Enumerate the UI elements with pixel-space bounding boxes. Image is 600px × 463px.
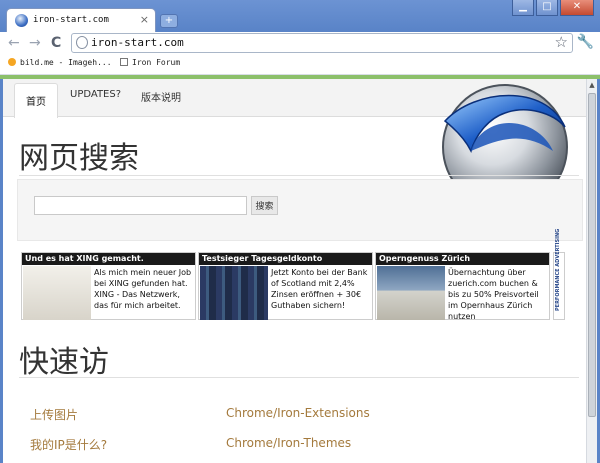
bookmark-iron-forum[interactable]: Iron Forum	[120, 58, 180, 67]
ad-bank[interactable]: Testsieger Tagesgeldkonto Jetzt Konto be…	[198, 252, 373, 320]
address-bar[interactable]: iron-start.com ☆	[71, 33, 573, 53]
url-text[interactable]: iron-start.com	[91, 36, 184, 49]
bookmark-label: Iron Forum	[132, 58, 181, 67]
search-button[interactable]: 搜索	[251, 196, 278, 215]
ad-image	[200, 266, 268, 320]
search-input[interactable]	[34, 196, 247, 215]
forward-icon[interactable]: →	[29, 35, 41, 51]
divider	[19, 175, 579, 176]
quick-link-themes[interactable]: Chrome/Iron-Themes	[226, 436, 351, 450]
close-icon[interactable]: ×	[140, 13, 149, 26]
tab-title: iron-start.com	[33, 15, 109, 25]
ad-title: Und es hat XING gemacht.	[22, 253, 195, 265]
ad-image	[23, 266, 91, 320]
toolbar: ← → C iron-start.com ☆ 🔧	[0, 32, 600, 54]
back-icon[interactable]: ←	[8, 35, 20, 51]
quick-access-heading: 快速访	[19, 345, 109, 380]
star-icon[interactable]: ☆	[555, 33, 568, 51]
tab-updates[interactable]: UPDATES?	[70, 89, 121, 100]
ad-title: Testsieger Tagesgeldkonto	[199, 253, 372, 265]
quick-link-my-ip[interactable]: 我的IP是什么?	[30, 436, 107, 453]
divider	[19, 377, 579, 378]
page-content: 首页 UPDATES? 版本说明 网页搜索 搜索 Und es hat XING…	[3, 79, 586, 463]
ad-strip: Und es hat XING gemacht. Als mich mein n…	[21, 229, 575, 322]
ad-text: Als mich mein neuer Job bei XING gefunde…	[94, 268, 192, 310]
maximize-button[interactable]: □	[536, 0, 558, 16]
scrollbar[interactable]: ▲	[586, 79, 597, 463]
close-window-button[interactable]: ✕	[560, 0, 594, 16]
ad-title: Operngenuss Zürich	[376, 253, 549, 265]
ad-image	[377, 266, 445, 320]
ad-text: Jetzt Konto bei der Bank of Scotland mit…	[271, 268, 368, 310]
wrench-icon[interactable]: 🔧	[577, 34, 594, 50]
ad-badge-label: PERFORMANCE ADVERTISING	[555, 228, 561, 311]
page-icon	[76, 36, 88, 49]
bookmark-label: bild.me - Imageh...	[20, 58, 112, 67]
scroll-up-icon[interactable]: ▲	[587, 79, 597, 91]
search-panel: 搜索	[17, 179, 583, 241]
ad-badge[interactable]: PERFORMANCE ADVERTISING	[553, 229, 565, 320]
new-tab-button[interactable]: +	[160, 14, 178, 28]
ad-text: Übernachtung über zuerich.com buchen & b…	[448, 268, 539, 321]
minimize-button[interactable]: ▁	[512, 0, 534, 16]
quick-link-upload-image[interactable]: 上传图片	[30, 406, 78, 423]
search-heading: 网页搜索	[19, 141, 139, 176]
ad-xing[interactable]: Und es hat XING gemacht. Als mich mein n…	[21, 252, 196, 320]
bookmarks-bar: bild.me - Imageh... Iron Forum	[0, 54, 600, 75]
ad-opera[interactable]: Operngenuss Zürich Übernachtung über zue…	[375, 252, 550, 321]
bookmark-bildme[interactable]: bild.me - Imageh...	[8, 58, 112, 67]
tab-home[interactable]: 首页	[14, 83, 58, 118]
browser-tab[interactable]: iron-start.com ×	[6, 8, 156, 32]
scrollbar-thumb[interactable]	[588, 93, 596, 417]
reload-icon[interactable]: C	[51, 35, 61, 51]
iron-favicon-icon	[15, 14, 28, 27]
bookmark-icon	[8, 58, 16, 66]
page-icon	[120, 58, 128, 66]
tab-release-notes[interactable]: 版本说明	[141, 89, 181, 104]
window-controls: ▁ □ ✕	[510, 0, 594, 16]
quick-link-extensions[interactable]: Chrome/Iron-Extensions	[226, 406, 370, 420]
